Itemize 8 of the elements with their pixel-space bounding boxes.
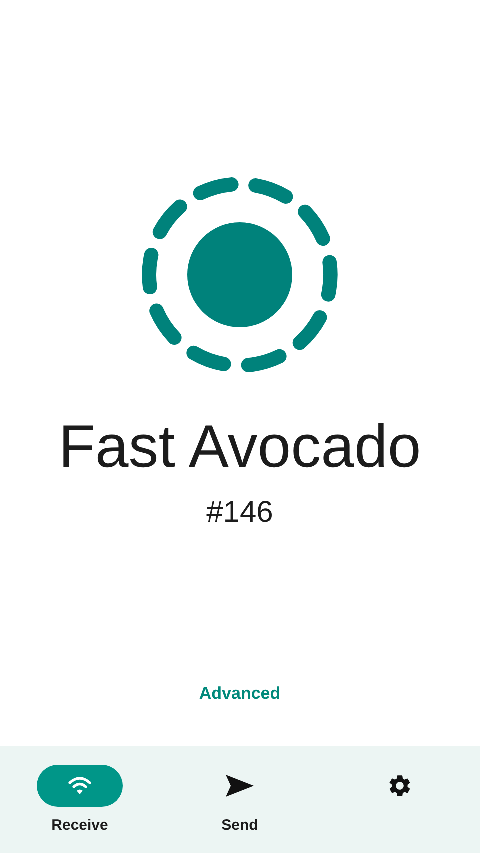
wifi-icon — [68, 776, 92, 796]
device-number: #146 — [206, 496, 274, 530]
settings-icon — [387, 773, 413, 799]
nav-label: Send — [222, 817, 258, 834]
device-name: Fast Avocado — [58, 414, 422, 480]
nav-label: Receive — [52, 817, 108, 834]
advanced-link[interactable]: Advanced — [191, 680, 289, 708]
send-icon — [225, 774, 255, 798]
